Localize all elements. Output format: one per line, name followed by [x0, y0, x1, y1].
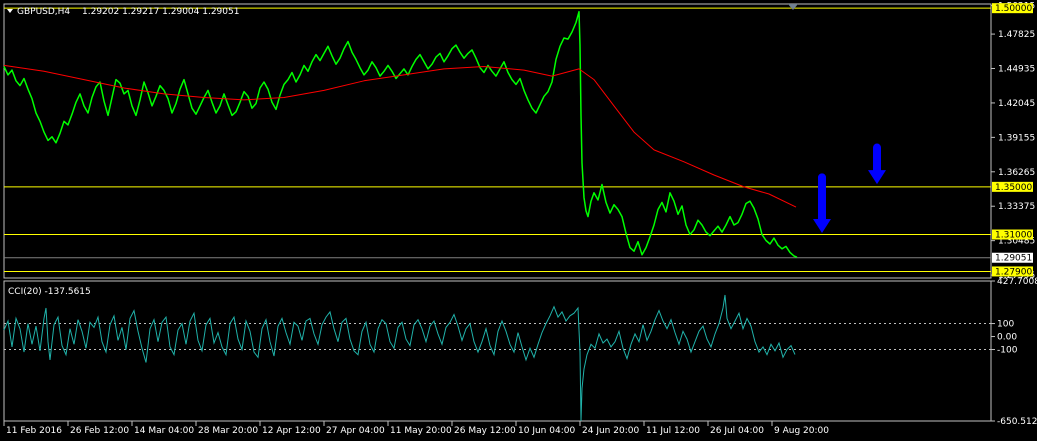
- time-tick-label: 10 Jun 04:00: [518, 426, 575, 436]
- down-arrow-icon: [868, 143, 886, 185]
- time-tick-label: 24 Jun 20:00: [582, 426, 639, 436]
- price-tick-label: 1.36265: [998, 168, 1035, 178]
- current-price-label: 1.29051: [995, 254, 1032, 264]
- arrow-head: [813, 218, 831, 233]
- symbol-timeframe: GBPUSD,H4: [17, 7, 70, 17]
- time-tick-label: 11 Feb 2016: [6, 426, 62, 436]
- price-tick-label: 1.44935: [998, 65, 1035, 75]
- time-tick-label: 26 May 12:00: [454, 426, 516, 436]
- time-tick-label: 26 Jul 04:00: [710, 426, 764, 436]
- price-axis: 1.502151.478251.449351.420451.391551.362…: [991, 2, 1035, 281]
- price-tick-label: 1.42045: [998, 99, 1035, 109]
- time-tick-label: 26 Feb 12:00: [70, 426, 129, 436]
- chart-window: 1.502151.478251.449351.420451.391551.362…: [0, 0, 1037, 441]
- price-tick-label: 1.39155: [998, 133, 1035, 143]
- plot-series: [3, 10, 798, 421]
- cci-tick-label: -650.5122: [997, 417, 1037, 427]
- level-label: 1.31000: [995, 231, 1032, 241]
- price-tick-label: 1.33375: [998, 202, 1035, 212]
- chart-menu-triangle-icon[interactable]: [7, 9, 13, 13]
- cci-pane-frame: [3, 280, 992, 422]
- cci-series-line: [3, 294, 796, 421]
- time-tick-label: 12 Apr 12:00: [262, 426, 321, 436]
- price-pane-frame: [3, 3, 992, 279]
- time-tick-label: 11 Jul 12:00: [646, 426, 700, 436]
- time-tick-label: 9 Aug 20:00: [774, 426, 829, 436]
- level-label: 1.27900: [995, 267, 1032, 277]
- chart-shift-marker-icon[interactable]: [788, 4, 798, 10]
- time-tick-label: 27 Apr 04:00: [326, 426, 385, 436]
- price-level-lines[interactable]: [4, 7, 991, 272]
- time-tick-label: 28 Mar 20:00: [198, 426, 258, 436]
- time-tick-label: 14 Mar 04:00: [134, 426, 194, 436]
- arrow-head: [868, 170, 886, 185]
- chart-canvas: 1.502151.478251.449351.420451.391551.362…: [3, 2, 1037, 436]
- cci-axis: 427.7008 100 0.00 -100 -650.5122: [991, 277, 1037, 427]
- level-label: 1.35000: [995, 183, 1032, 193]
- cci-indicator-title: CCI(20) -137.5615: [8, 287, 91, 297]
- cci-tick-label: 427.7008: [997, 277, 1037, 287]
- arrow-annotations[interactable]: [813, 143, 886, 233]
- ohlc-values: 1.29202 1.29217 1.29004 1.29051: [82, 7, 239, 17]
- down-arrow-icon: [813, 173, 831, 233]
- price-tick-label: 1.47825: [998, 30, 1035, 40]
- time-axis: 11 Feb 2016 26 Feb 12:00 14 Mar 04:00 28 Ma…: [3, 421, 829, 436]
- chart-frames: [3, 3, 992, 422]
- level-label: 1.50000: [995, 4, 1032, 14]
- cci-tick-label: 0.00: [997, 333, 1017, 343]
- time-tick-label: 11 May 20:00: [390, 426, 452, 436]
- cci-tick-label: 100: [997, 320, 1014, 330]
- price-series-line: [3, 10, 798, 258]
- moving-average-line: [3, 64, 797, 208]
- cci-tick-label: -100: [997, 346, 1018, 356]
